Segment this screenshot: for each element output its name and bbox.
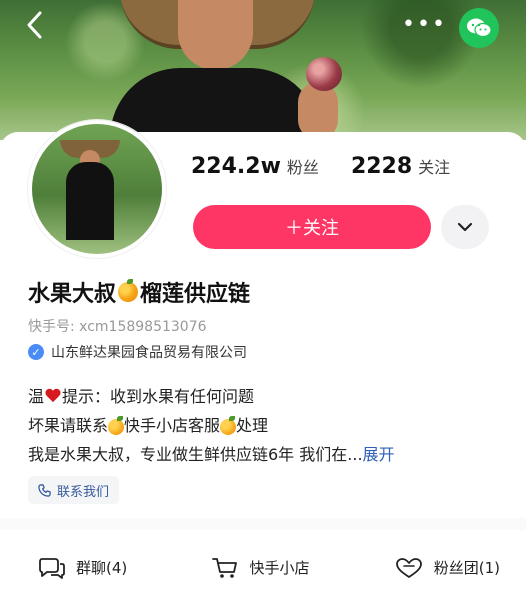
followers-count[interactable]: 224.2w (191, 154, 281, 179)
wechat-icon (467, 18, 492, 38)
desc-line-1: 温提示：收到水果有任何问题 (28, 387, 255, 406)
verified-company-name: 山东鲜达果园食品贸易有限公司 (51, 345, 247, 361)
back-button[interactable] (18, 10, 52, 44)
contact-us-label: 联系我们 (57, 484, 110, 500)
profile-description: 温提示：收到水果有任何问题 坏果请联系 快手小店客服 处理 我是水果大叔，专业做生鲜… (28, 382, 395, 469)
wechat-share-button[interactable] (459, 8, 499, 48)
orange-emoji-icon (108, 415, 125, 435)
name-part-2: 榴莲供应链 (140, 282, 251, 307)
chevron-down-icon (457, 222, 473, 232)
following-label[interactable]: 关注 (418, 154, 450, 178)
orange-emoji-icon (220, 415, 237, 435)
orange-emoji-icon (118, 279, 139, 302)
shop-label: 快手小店 (249, 559, 310, 577)
bottom-action-bar: 群聊(4) 快手小店 粉丝团(1) (0, 530, 526, 605)
chevron-left-icon (27, 11, 42, 39)
verified-check-icon: ✓ (28, 344, 44, 360)
contact-us-button[interactable]: 联系我们 (28, 476, 120, 504)
shopping-cart-icon (211, 556, 239, 580)
more-button[interactable]: ••• (402, 14, 447, 36)
following-count[interactable]: 2228 (351, 154, 412, 179)
fan-club-button[interactable]: 粉丝团(1) (394, 556, 500, 580)
verified-company[interactable]: ✓ 山东鲜达果园食品贸易有限公司 (28, 342, 247, 362)
group-chat-button[interactable]: 群聊(4) (38, 556, 127, 580)
cover-photo (0, 0, 526, 140)
desc-line-2: 坏果请联系 快手小店客服 处理 (28, 415, 269, 435)
name-part-1: 水果大叔 (28, 282, 117, 307)
phone-icon (38, 483, 51, 497)
followers-label[interactable]: 粉丝 (287, 154, 319, 178)
follow-button[interactable]: ＋关注 (193, 205, 431, 249)
section-divider (0, 518, 526, 530)
avatar[interactable] (28, 120, 166, 258)
profile-name: 水果大叔 榴莲供应链 (28, 276, 250, 308)
fan-heart-icon (394, 556, 424, 580)
chat-bubbles-icon (38, 556, 66, 580)
shop-button[interactable]: 快手小店 (211, 556, 310, 580)
desc-line-3: 我是水果大叔，专业做生鲜供应链6年 我们在...展开 (28, 445, 395, 464)
profile-stats: 224.2w 粉丝 2228 关注 (191, 154, 482, 179)
fan-club-label: 粉丝团(1) (433, 559, 500, 577)
heart-emoji-icon (45, 389, 61, 403)
expand-link[interactable]: 展开 (363, 445, 395, 464)
kuaishou-id: 快手号: xcm15898513076 (28, 319, 207, 335)
recommend-expand-button[interactable] (441, 205, 489, 249)
group-chat-label: 群聊(4) (76, 559, 128, 577)
